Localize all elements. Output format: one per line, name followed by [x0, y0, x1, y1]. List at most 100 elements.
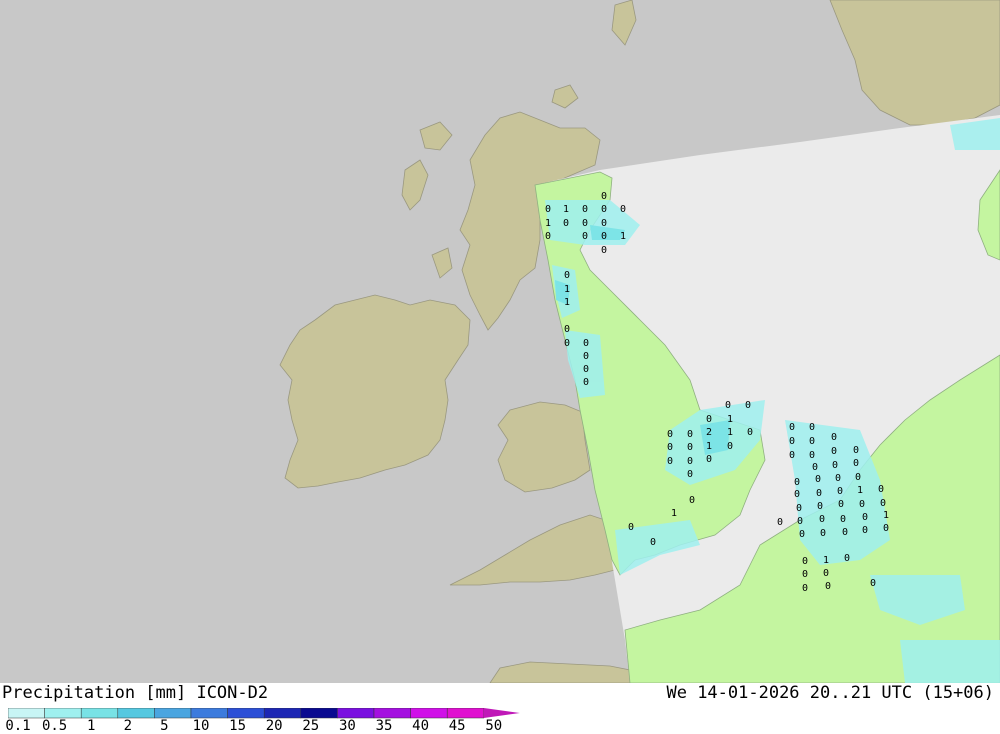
precip-value: 0	[838, 499, 844, 510]
precip-value: 0	[601, 218, 607, 229]
precip-value: 0	[687, 442, 693, 453]
precip-value: 0	[545, 231, 551, 242]
precip-value: 0	[837, 486, 843, 497]
legend-swatch	[446, 708, 485, 719]
precip-value: 1	[727, 414, 733, 425]
precip-value: 0	[582, 231, 588, 242]
precip-value: 0	[620, 204, 626, 215]
precip-value: 0	[853, 458, 859, 469]
legend-swatch	[44, 708, 82, 719]
precip-value: 0	[802, 583, 808, 594]
precip-value: 0	[706, 454, 712, 465]
precip-value: 1	[706, 441, 712, 452]
precip-value: 1	[671, 508, 677, 519]
precip-value: 0	[883, 523, 889, 534]
precip-value: 0	[689, 495, 695, 506]
legend-tick-label: 30	[338, 718, 356, 734]
precip-value: 0	[802, 556, 808, 567]
precip-value: 0	[687, 469, 693, 480]
precip-value: 0	[601, 245, 607, 256]
precip-value: 0	[601, 204, 607, 215]
legend-swatch	[8, 708, 45, 719]
legend-swatch	[154, 708, 192, 719]
legend-tick-label: 20	[265, 718, 283, 734]
legend-overflow-arrow	[483, 708, 520, 718]
precip-value: 0	[628, 522, 634, 533]
precip-value: 0	[582, 204, 588, 215]
precip-value: 0	[794, 477, 800, 488]
precip-value: 0	[545, 204, 551, 215]
precip-value: 1	[727, 427, 733, 438]
precip-value: 0	[601, 191, 607, 202]
precip-value: 0	[862, 512, 868, 523]
legend-tick-label: 0.5	[41, 718, 68, 734]
precip-value: 0	[815, 474, 821, 485]
precip-value: 0	[825, 581, 831, 592]
precip-value: 1	[883, 510, 889, 521]
precip-value: 0	[727, 441, 733, 452]
precip-value: 0	[745, 400, 751, 411]
precip-value: 0	[563, 218, 569, 229]
precip-value: 1	[620, 231, 626, 242]
precip-value: 2	[706, 427, 712, 438]
precip-value: 0	[870, 578, 876, 589]
precip-value: 0	[816, 488, 822, 499]
precip-value: 0	[842, 527, 848, 538]
legend-swatch	[410, 708, 448, 719]
precip-value: 0	[564, 338, 570, 349]
precip-value: 0	[862, 525, 868, 536]
legend-tick-label: 5	[160, 718, 169, 734]
precip-value: 0	[832, 460, 838, 471]
legend-swatch	[80, 708, 119, 719]
precip-value: 0	[564, 324, 570, 335]
legend-swatch	[190, 708, 228, 719]
precip-value: 0	[777, 517, 783, 528]
precip-value: 0	[840, 514, 846, 525]
legend-tick-label: 0.1	[5, 718, 31, 734]
legend-tick-label: 35	[375, 718, 393, 734]
precip-value: 1	[564, 297, 570, 308]
precip-value: 0	[706, 414, 712, 425]
legend-swatch	[227, 708, 265, 719]
precip-value: 1	[545, 218, 551, 229]
legend-swatch	[117, 708, 155, 719]
precip-value: 0	[650, 537, 656, 548]
precip-value: 0	[789, 450, 795, 461]
precip-value: 0	[797, 516, 803, 527]
map-footer: Precipitation [mm] ICON-D2 We 14-01-2026…	[0, 683, 1000, 734]
legend-tick-label: 50	[485, 718, 503, 734]
precip-value: 0	[583, 364, 589, 375]
product-title: Precipitation [mm] ICON-D2	[2, 683, 269, 703]
precip-value: 0	[812, 462, 818, 473]
precip-value: 0	[817, 501, 823, 512]
precip-value: 0	[601, 231, 607, 242]
legend-tick-label: 25	[302, 718, 320, 734]
legend-tick-label: 10	[192, 718, 210, 734]
precip-value: 0	[809, 436, 815, 447]
precip-value: 0	[747, 427, 753, 438]
legend-tick-label: 15	[229, 718, 247, 734]
precip-value: 0	[809, 422, 815, 433]
precip-value: 1	[823, 555, 829, 566]
legend-swatch	[263, 708, 302, 719]
legend-tick-label: 45	[448, 718, 466, 734]
legend-swatch	[337, 708, 375, 719]
precip-value: 1	[857, 485, 863, 496]
precip-value: 0	[794, 489, 800, 500]
precip-value: 0	[880, 498, 886, 509]
precip-value: 0	[878, 484, 884, 495]
precip-value: 0	[583, 351, 589, 362]
precip-value: 1	[563, 204, 569, 215]
precip-value: 1	[564, 284, 570, 295]
precip-value: 0	[583, 338, 589, 349]
land-wales	[497, 401, 591, 493]
precip-value: 0	[687, 456, 693, 467]
valid-time: We 14-01-2026 20..21 UTC (15+06)	[666, 683, 994, 703]
precip-value: 0	[831, 432, 837, 443]
precip-value: 0	[844, 553, 850, 564]
precip-value: 0	[582, 218, 588, 229]
legend-swatch	[300, 708, 338, 719]
precip-value: 0	[820, 528, 826, 539]
precip-value: 0	[564, 270, 570, 281]
precip-value: 0	[667, 429, 673, 440]
